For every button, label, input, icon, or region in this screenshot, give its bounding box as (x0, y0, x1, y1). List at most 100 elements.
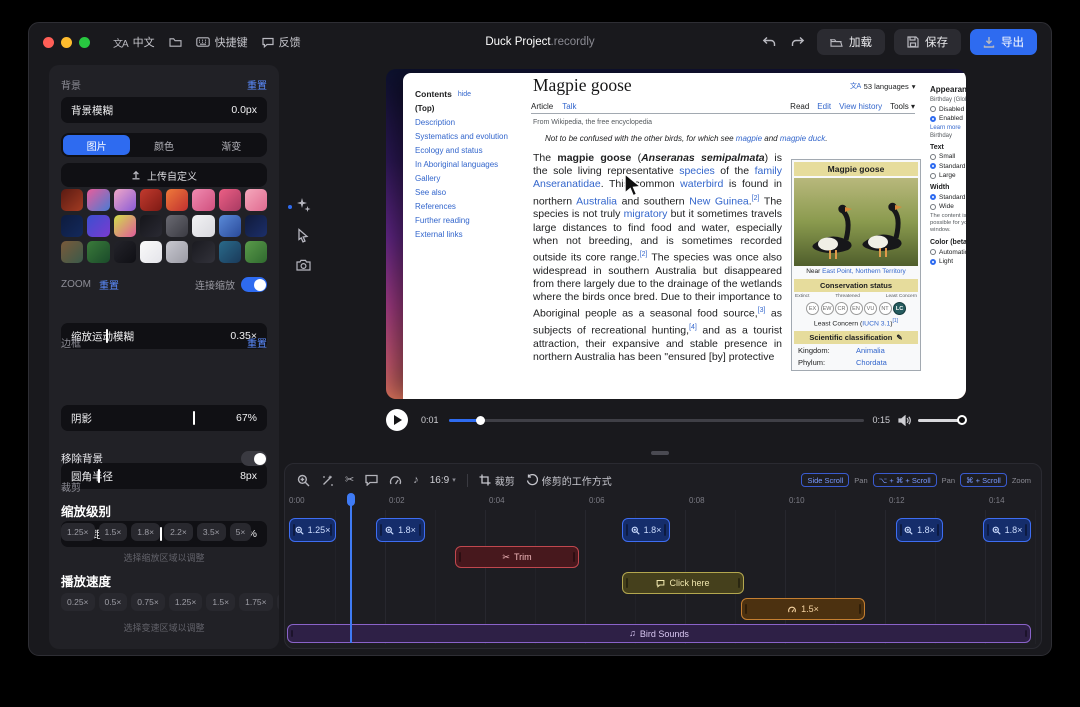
wallpaper-thumbnail[interactable] (140, 189, 162, 211)
wallpaper-thumbnail[interactable] (166, 241, 188, 263)
wallpaper-thumbnail[interactable] (140, 215, 162, 237)
click-clip[interactable]: Click here (622, 572, 744, 594)
wallpaper-thumbnail[interactable] (114, 241, 136, 263)
background-tab-1[interactable]: 颜色 (130, 135, 197, 155)
redo-button[interactable] (788, 33, 808, 51)
border-reset-link[interactable]: 重置 (247, 335, 267, 350)
panel-resize-handle[interactable] (651, 451, 669, 455)
zoom-clip[interactable]: 1.8× (896, 518, 943, 542)
wallpaper-thumbnail[interactable] (87, 189, 109, 211)
speed-tool-icon[interactable] (389, 474, 402, 486)
wallpaper-thumbnail[interactable] (114, 215, 136, 237)
minimize-window-button[interactable] (61, 37, 72, 48)
speed-chip[interactable]: 1.75× (239, 593, 273, 611)
zoom-level-chip[interactable]: 1.5× (99, 523, 128, 541)
shortcuts-button[interactable]: 快捷键 (189, 30, 255, 54)
wiki-tab: Read (790, 102, 809, 111)
speed-chip[interactable]: 0.75× (131, 593, 165, 611)
timeline-ruler[interactable]: 0:000:020:040:060:080:100:120:14 (285, 494, 1041, 508)
play-button[interactable] (386, 409, 408, 431)
speed-chip[interactable]: 0.5× (99, 593, 128, 611)
speaker-icon[interactable] (898, 415, 911, 426)
speed-chip[interactable]: 1.25× (169, 593, 203, 611)
zoom-level-chip[interactable]: 1.8× (131, 523, 160, 541)
playhead[interactable] (350, 494, 352, 643)
wallpaper-thumbnail[interactable] (245, 241, 267, 263)
upload-custom-button[interactable]: 上传自定义 (61, 163, 267, 187)
zoom-level-chip[interactable]: 1.25× (61, 523, 95, 541)
language-button[interactable]: 文A 中文 (106, 30, 162, 54)
timeline-toolbar: ✂ ♪ 16:9 ▾ 裁剪 修剪的工 (297, 470, 1031, 490)
zoom-window-button[interactable] (79, 37, 90, 48)
auto-cut-tool-icon[interactable] (321, 474, 334, 487)
background-tab-0[interactable]: 图片 (63, 135, 130, 155)
export-button[interactable]: 导出 (970, 29, 1037, 55)
volume-slider[interactable] (918, 419, 966, 422)
slider-notch[interactable] (193, 411, 195, 425)
wallpaper-thumbnail[interactable] (192, 241, 214, 263)
feedback-button[interactable]: 反馈 (255, 30, 308, 54)
wallpaper-thumbnail[interactable] (192, 189, 214, 211)
comment-tool-icon[interactable] (365, 474, 378, 486)
open-project-button[interactable] (162, 33, 189, 52)
trim-help-button[interactable]: 修剪的工作方式 (526, 473, 612, 488)
speed-chip[interactable]: 1.5× (206, 593, 235, 611)
wallpaper-thumbnail[interactable] (61, 215, 83, 237)
zoom-level-chip[interactable]: 3.5× (197, 523, 226, 541)
wallpaper-thumbnail[interactable] (87, 215, 109, 237)
zoom-reset-link[interactable]: 重置 (99, 277, 119, 292)
save-button[interactable]: 保存 (894, 29, 961, 55)
wallpaper-thumbnail[interactable] (114, 189, 136, 211)
music-tool-icon[interactable]: ♪ (413, 475, 419, 486)
timeline-tracks[interactable]: 1.25× 1.8× 1.8× 1.8× 1.8× ✂Trim Click here 1.5×… (285, 510, 1041, 644)
remove-background-toggle[interactable] (241, 451, 267, 466)
cursor-tool-button[interactable] (296, 228, 310, 243)
zoom-level-chip[interactable]: 2.2× (164, 523, 193, 541)
background-tab-2[interactable]: 渐变 (198, 135, 265, 155)
audio-clip[interactable]: ♫Bird Sounds (287, 624, 1031, 643)
wallpaper-thumbnail[interactable] (219, 189, 241, 211)
camera-tool-button[interactable] (296, 259, 311, 271)
zoom-clip[interactable]: 1.8× (622, 518, 670, 542)
zoom-in-tool-icon[interactable] (297, 474, 310, 487)
speed-chip[interactable]: 2× (277, 593, 279, 611)
wallpaper-thumbnail[interactable] (219, 241, 241, 263)
volume-knob[interactable] (957, 415, 967, 425)
aspect-ratio-select[interactable]: 16:9 ▾ (430, 475, 456, 486)
wallpaper-thumbnail[interactable] (140, 241, 162, 263)
crop-tool-button[interactable]: 裁剪 (479, 473, 515, 488)
speed-clip[interactable]: 1.5× (741, 598, 865, 620)
zoom-clip[interactable]: 1.25× (289, 518, 336, 542)
wallpaper-thumbnail[interactable] (166, 215, 188, 237)
link-zoom-toggle[interactable] (241, 277, 267, 292)
wiki-language-count: 53 languages (864, 82, 909, 91)
shadow-label: 阴影 (71, 411, 92, 426)
photo-caption: Near East Point, Northern Territory (794, 266, 918, 277)
wallpaper-thumbnail[interactable] (166, 189, 188, 211)
scissors-tool-icon[interactable]: ✂ (345, 475, 354, 486)
wallpaper-thumbnail[interactable] (219, 215, 241, 237)
wallpaper-thumbnail[interactable] (192, 215, 214, 237)
wallpaper-thumbnail[interactable] (245, 215, 267, 237)
undo-button[interactable] (759, 33, 779, 51)
wallpaper-thumbnail[interactable] (245, 189, 267, 211)
zoom-level-chip[interactable]: 5× (230, 523, 252, 541)
wiki-contents-header: Contents hide (415, 89, 519, 99)
wallpaper-thumbnail[interactable] (61, 241, 83, 263)
close-window-button[interactable] (43, 37, 54, 48)
load-button[interactable]: 加载 (817, 29, 885, 55)
trim-clip[interactable]: ✂Trim (455, 546, 579, 568)
background-blur-slider[interactable]: 背景模糊 0.0px (61, 97, 267, 123)
wallpaper-thumbnail[interactable] (61, 189, 83, 211)
playhead-handle[interactable] (347, 493, 355, 506)
seek-knob[interactable] (476, 416, 485, 425)
shadow-slider[interactable]: 阴影 67% (61, 405, 267, 431)
zoom-clip[interactable]: 1.8× (983, 518, 1031, 542)
speed-chip[interactable]: 0.25× (61, 593, 95, 611)
video-preview[interactable]: Contents hide (Top)DescriptionSystematic… (386, 69, 966, 399)
zoom-clip[interactable]: 1.8× (376, 518, 425, 542)
effects-tool-button[interactable] (296, 197, 311, 212)
wallpaper-thumbnail[interactable] (87, 241, 109, 263)
background-reset-link[interactable]: 重置 (247, 77, 267, 92)
seek-slider[interactable] (449, 419, 865, 422)
